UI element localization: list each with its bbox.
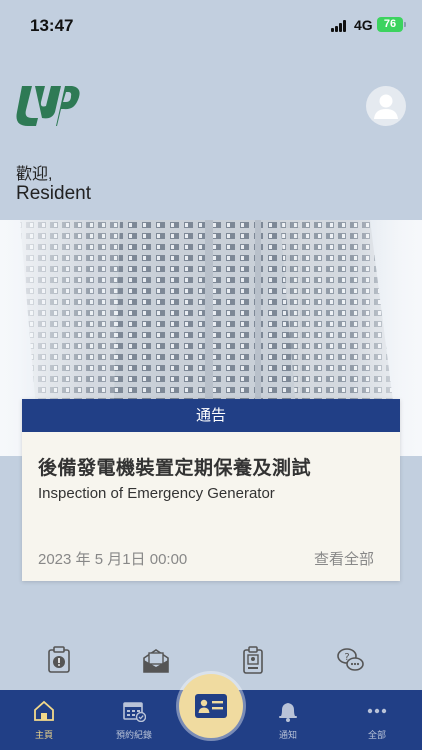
user-name: Resident	[16, 183, 91, 204]
notice-date: 2023 年 5 月1日 00:00	[38, 551, 188, 568]
signal-icon	[331, 20, 348, 32]
tab-all[interactable]: 全部	[342, 690, 412, 750]
avatar[interactable]	[366, 86, 406, 126]
tab-bookings-label: 預約紀錄	[115, 730, 152, 740]
view-all-link[interactable]: 查看全部	[314, 548, 374, 569]
mail-icon[interactable]	[141, 645, 171, 675]
tab-home[interactable]: 主頁	[9, 690, 79, 750]
notice-title-en: Inspection of Emergency Generator	[38, 485, 275, 502]
id-card-icon	[195, 694, 227, 718]
more-icon	[367, 708, 387, 714]
status-bar: 13:47 4G 76	[0, 0, 422, 52]
tab-home-label: 主頁	[34, 730, 53, 740]
tab-notifications-label: 通知	[278, 730, 297, 740]
home-icon	[34, 700, 54, 721]
badge-icon[interactable]	[238, 645, 268, 675]
user-icon	[374, 94, 398, 119]
center-id-card-button[interactable]	[179, 674, 243, 738]
battery-icon: 76	[377, 17, 403, 32]
status-time: 13:47	[30, 16, 74, 35]
tab-bookings[interactable]: 預約紀錄	[99, 690, 169, 750]
battery-tip	[404, 22, 406, 27]
network-label: 4G	[354, 17, 373, 33]
notice-card[interactable]: 通告 後備發電機裝置定期保養及測試 Inspection of Emergenc…	[22, 399, 400, 581]
tab-notifications[interactable]: 通知	[253, 690, 323, 750]
greeting-text: 歡迎,	[16, 166, 53, 183]
tab-all-label: 全部	[367, 730, 386, 740]
chat-icon[interactable]: ?	[335, 645, 365, 675]
brand-logo	[16, 86, 80, 126]
bell-icon	[279, 703, 297, 722]
clipboard-alert-icon[interactable]	[44, 645, 74, 675]
notice-header: 通告	[22, 399, 400, 432]
calendar-icon	[123, 702, 146, 722]
notice-title-zh: 後備發電機裝置定期保養及測試	[38, 458, 312, 479]
